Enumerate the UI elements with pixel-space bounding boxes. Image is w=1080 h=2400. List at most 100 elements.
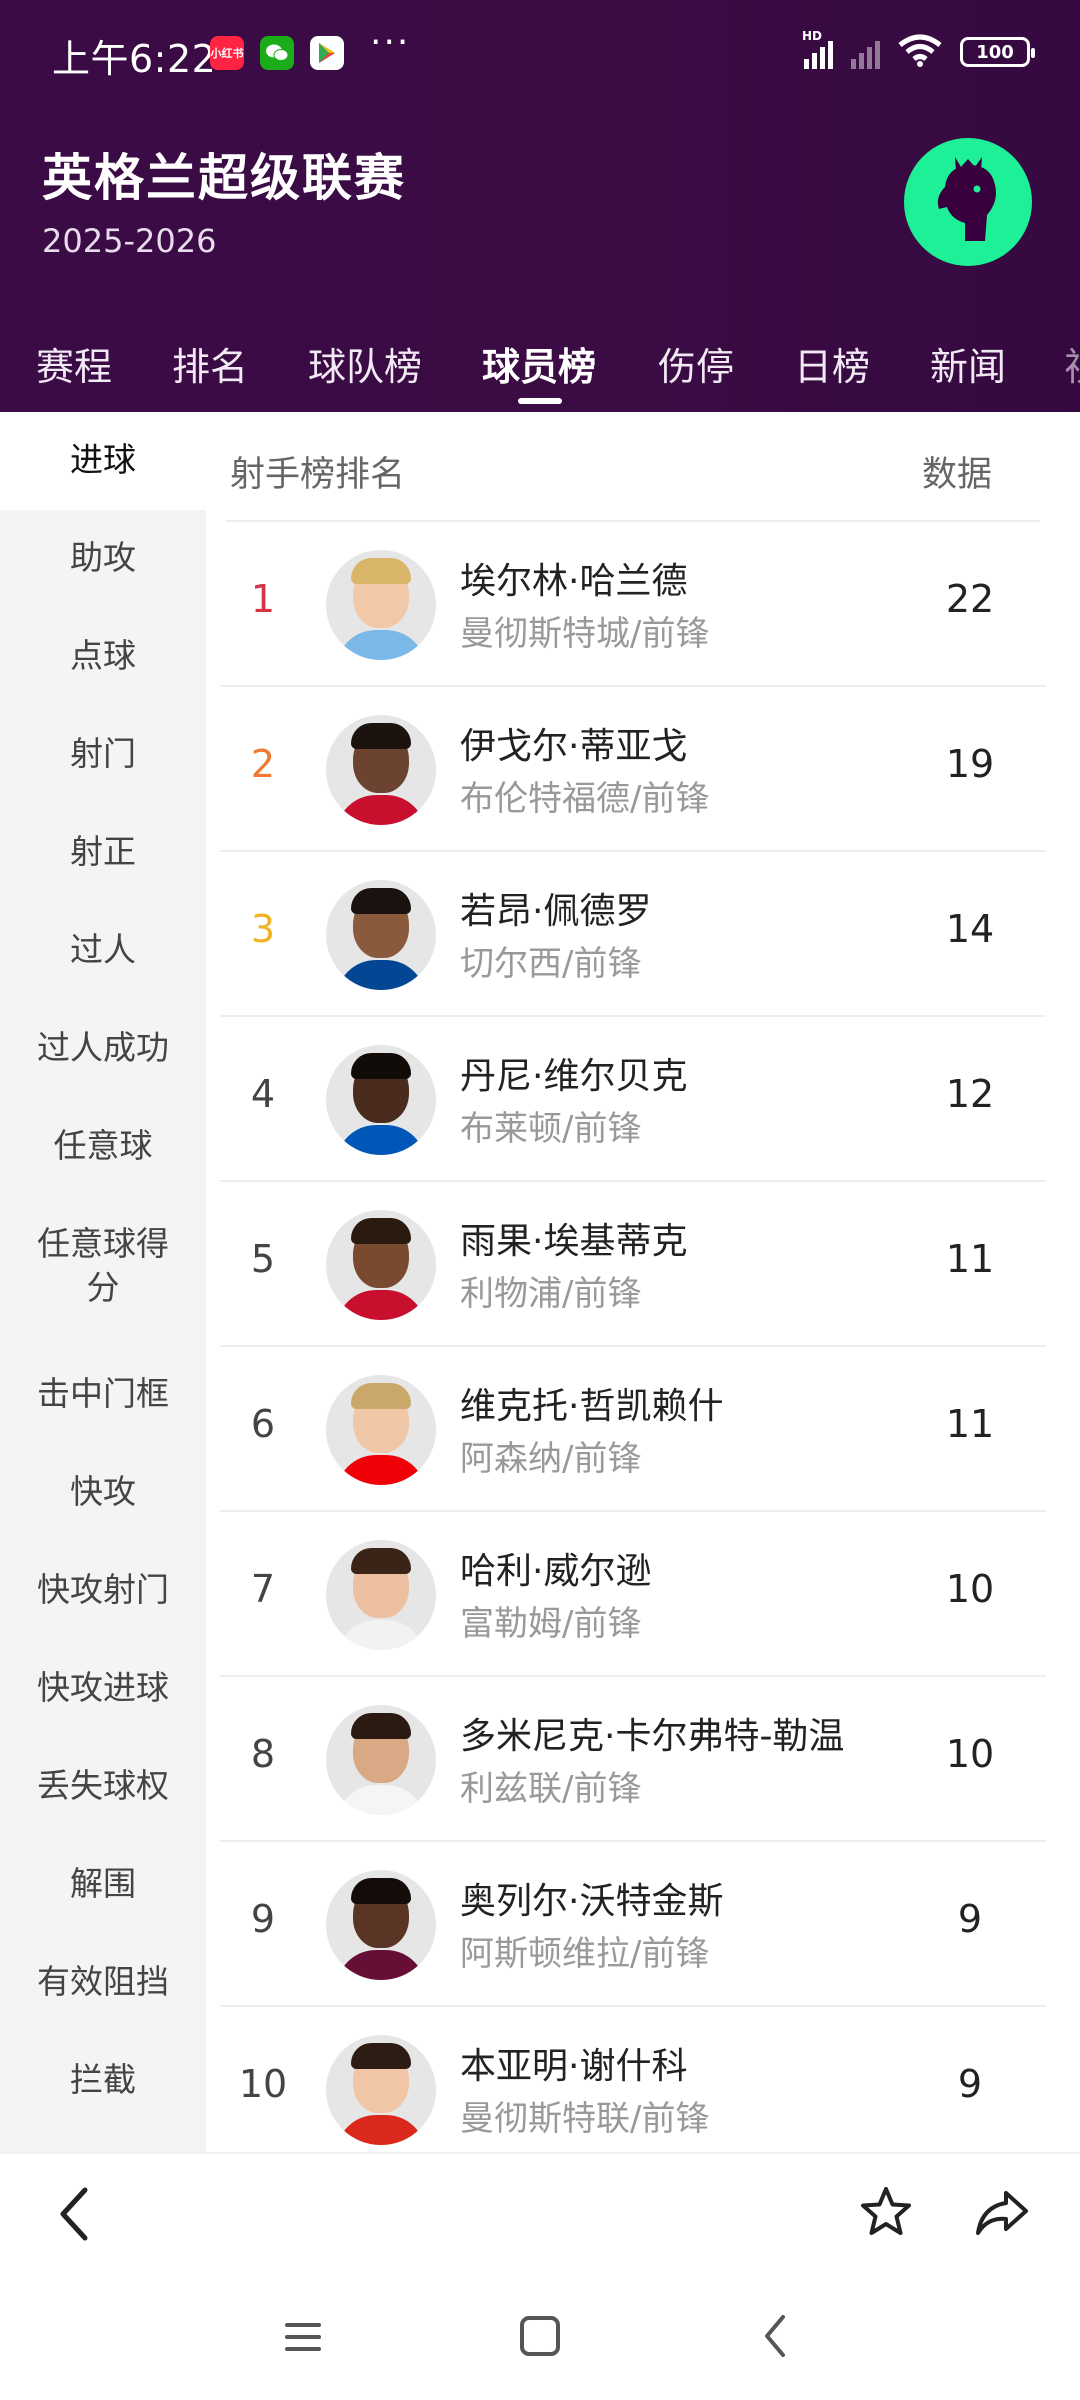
back-chevron-icon[interactable] [750,2308,800,2364]
player-avatar [326,550,436,660]
status-bar: 上午6:22 小红书 ··· HD 100 [0,0,1080,110]
star-icon[interactable] [854,2180,918,2244]
tab-schedule[interactable]: 赛程 [36,336,112,391]
rank: 10 [238,2062,288,2106]
player-name: 维克托·哲凯赖什 [460,1386,724,1427]
home-square-icon[interactable] [514,2310,566,2362]
player-name: 伊戈尔·蒂亚戈 [460,726,688,767]
tab-injuries[interactable]: 伤停 [658,336,734,391]
player-row[interactable]: 4 丹尼·维尔贝克 布莱顿/前锋 12 [220,1017,1046,1182]
stat-value: 9 [957,2062,983,2106]
player-name: 雨果·埃基蒂克 [460,1221,688,1262]
sidebar-item-free-kicks[interactable]: 任意球 [0,1124,206,1168]
player-avatar [326,715,436,825]
status-icons: HD 100 [802,29,1035,72]
wechat-icon [260,36,294,70]
signal-icon: HD [802,29,833,69]
sidebar-item-shots-on-target[interactable]: 射正 [0,830,206,874]
xiaohongshu-app-icon: 小红书 [210,36,244,70]
wifi-icon [898,33,942,71]
stat-category-sidebar: 进球 助攻 点球 射门 射正 过人 过人成功 任意球 任意球得分 击中门框 快攻… [0,412,206,2152]
player-team: 布莱顿/前锋 [460,1109,642,1149]
status-time: 上午6:22 [52,37,217,81]
stat-value: 11 [945,1402,995,1446]
hd-label: HD [802,29,823,43]
sidebar-item-goals[interactable]: 进球 [0,412,206,510]
player-row[interactable]: 10 本亚明·谢什科 曼彻斯特联/前锋 9 [220,2007,1046,2152]
bottom-toolbar [0,2152,1080,2272]
share-icon[interactable] [970,2180,1034,2244]
player-row[interactable]: 8 多米尼克·卡尔弗特-勒温 利兹联/前锋 10 [220,1677,1046,1842]
player-avatar [326,1705,436,1815]
player-name: 哈利·威尔逊 [460,1551,652,1592]
system-nav-bar [0,2272,1080,2400]
player-avatar [326,1870,436,1980]
rank: 1 [250,577,276,621]
player-row[interactable]: 3 若昂·佩德罗 切尔西/前锋 14 [220,852,1046,1017]
header: 上午6:22 小红书 ··· HD 100 英格兰超级联赛 2025-2026 … [0,0,1080,412]
rank: 7 [250,1567,276,1611]
player-team: 富勒姆/前锋 [460,1604,642,1644]
player-team: 利兹联/前锋 [460,1769,642,1809]
tab-team-stats[interactable]: 球队榜 [308,336,422,391]
rank: 2 [250,742,276,786]
tab-player-stats[interactable]: 球员榜 [482,336,596,391]
sidebar-item-free-kick-goals[interactable]: 任意球得分 [0,1222,206,1310]
player-row[interactable]: 7 哈利·威尔逊 富勒姆/前锋 10 [220,1512,1046,1677]
player-name: 丹尼·维尔贝克 [460,1056,688,1097]
signal-2-icon [851,35,880,69]
rank: 3 [250,907,276,951]
menu-icon[interactable] [278,2312,328,2362]
sidebar-item-woodwork[interactable]: 击中门框 [0,1372,206,1416]
player-avatar [326,1210,436,1320]
rank: 8 [250,1732,276,1776]
back-arrow-icon[interactable] [44,2184,104,2244]
battery-icon: 100 [960,37,1035,67]
rank: 4 [250,1072,276,1116]
rank: 5 [250,1237,276,1281]
sidebar-item-counter-attacks[interactable]: 快攻 [0,1470,206,1514]
player-row[interactable]: 9 奥列尔·沃特金斯 阿斯顿维拉/前锋 9 [220,1842,1046,2007]
tab-daily[interactable]: 日榜 [794,336,870,391]
player-team: 利物浦/前锋 [460,1274,642,1314]
season-label: 2025-2026 [42,222,217,260]
player-row[interactable]: 2 伊戈尔·蒂亚戈 布伦特福德/前锋 19 [220,687,1046,852]
sidebar-item-blocks[interactable]: 有效阻挡 [0,1960,206,2004]
player-name: 若昂·佩德罗 [460,891,652,932]
player-avatar [326,1540,436,1650]
player-row[interactable]: 1 埃尔林·哈兰德 曼彻斯特城/前锋 22 [220,522,1046,687]
sidebar-item-interceptions[interactable]: 拦截 [0,2058,206,2102]
play-store-icon [310,36,344,70]
sidebar-item-dribbles[interactable]: 过人 [0,928,206,972]
sidebar-item-clearances[interactable]: 解围 [0,1862,206,1906]
sidebar-item-assists[interactable]: 助攻 [0,536,206,580]
page-title: 英格兰超级联赛 [42,149,406,207]
sidebar-item-shots[interactable]: 射门 [0,732,206,776]
stat-value: 12 [945,1072,995,1116]
tab-bar: 赛程 排名 球队榜 球员榜 伤停 日榜 新闻 视 [0,310,1080,412]
rank: 9 [250,1897,276,1941]
player-team: 布伦特福德/前锋 [460,779,710,819]
player-row[interactable]: 5 雨果·埃基蒂克 利物浦/前锋 11 [220,1182,1046,1347]
rank: 6 [250,1402,276,1446]
sidebar-item-successful-dribbles[interactable]: 过人成功 [0,1026,206,1070]
tab-standings[interactable]: 排名 [172,336,248,391]
player-row[interactable]: 6 维克托·哲凯赖什 阿森纳/前锋 11 [220,1347,1046,1512]
stat-value: 11 [945,1237,995,1281]
stat-value: 10 [945,1732,995,1776]
player-name: 多米尼克·卡尔弗特-勒温 [460,1716,845,1757]
tab-news[interactable]: 新闻 [930,336,1006,391]
active-tab-indicator [518,398,562,404]
tab-video[interactable]: 视 [1064,336,1080,391]
player-team: 曼彻斯特联/前锋 [460,2099,710,2139]
value-column-header: 数据 [922,455,993,495]
player-name: 本亚明·谢什科 [460,2046,688,2087]
player-name: 奥列尔·沃特金斯 [460,1881,724,1922]
sidebar-item-possession-lost[interactable]: 丢失球权 [0,1764,206,1808]
sidebar-item-counter-goals[interactable]: 快攻进球 [0,1666,206,1710]
premier-league-logo [904,138,1032,266]
sidebar-item-penalties[interactable]: 点球 [0,634,206,678]
sidebar-item-counter-shots[interactable]: 快攻射门 [0,1568,206,1612]
more-notifications-icon: ··· [370,22,411,63]
stat-value: 22 [945,577,995,621]
